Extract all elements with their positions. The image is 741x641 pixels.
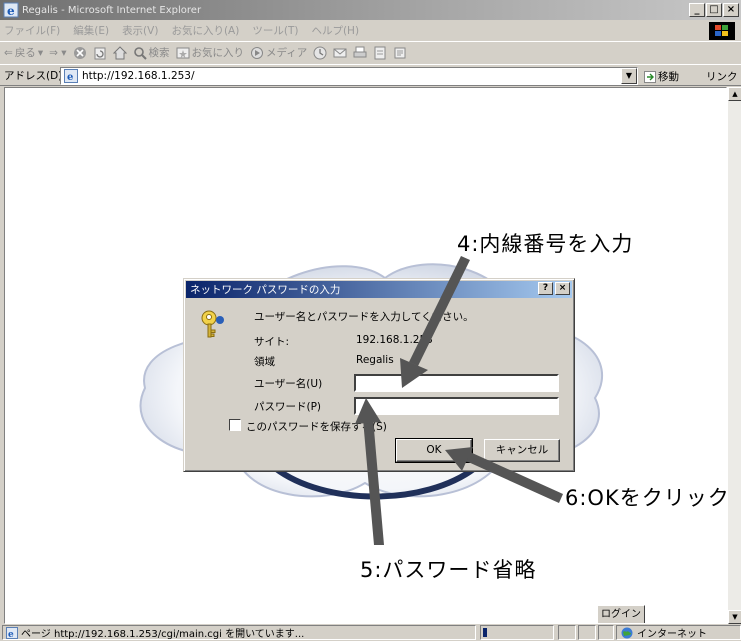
history-icon[interactable] xyxy=(313,46,327,60)
menu-bar: ファイル(F) 編集(E) 表示(V) お気に入り(A) ツール(T) ヘルプ(… xyxy=(0,20,741,40)
back-arrow-icon: ⇐ xyxy=(4,46,13,59)
search-icon xyxy=(133,46,147,60)
address-url: http://192.168.1.253/ xyxy=(82,70,195,82)
menu-edit[interactable]: 編集(E) xyxy=(73,23,109,38)
close-window-button[interactable]: × xyxy=(723,3,739,17)
annotation-step6: 6:OKをクリック xyxy=(565,486,730,510)
site-value: 192.168.1.253 xyxy=(356,334,433,346)
dialog-title-bar[interactable]: ネットワーク パスワードの入力 ? × xyxy=(186,281,572,298)
password-input[interactable] xyxy=(354,397,559,415)
page-loading-icon: e xyxy=(6,626,18,639)
menu-tools[interactable]: ツール(T) xyxy=(252,23,298,38)
dialog-close-button[interactable]: × xyxy=(555,282,570,295)
discuss-icon[interactable] xyxy=(393,46,407,60)
minimize-button[interactable]: _ xyxy=(689,3,705,17)
security-zone: インターネット xyxy=(616,625,741,640)
menu-favorites[interactable]: お気に入り(A) xyxy=(171,23,239,38)
search-label: 検索 xyxy=(148,47,170,59)
save-password-checkbox[interactable] xyxy=(229,419,241,431)
save-password-label: このパスワードを保存する(S) xyxy=(246,421,387,433)
window-title-bar[interactable]: e Regalis - Microsoft Internet Explorer … xyxy=(0,0,741,20)
address-dropdown-button[interactable]: ▼ xyxy=(621,68,637,84)
annotation-step4: 4:内線番号を入力 xyxy=(457,232,634,256)
status-bar: e ページ http://192.168.1.253/cgi/main.cgi … xyxy=(0,624,741,641)
ok-button[interactable]: OK xyxy=(395,438,473,463)
realm-label: 領域 xyxy=(254,356,275,368)
favorites-label: お気に入り xyxy=(191,47,245,59)
dialog-prompt: ユーザー名とパスワードを入力してください。 xyxy=(254,311,474,323)
chevron-down-icon: ▾ xyxy=(37,46,44,59)
status-panel-2 xyxy=(578,625,596,640)
refresh-icon[interactable] xyxy=(93,46,107,60)
username-input[interactable] xyxy=(354,374,559,392)
globe-icon xyxy=(621,627,633,638)
forward-button[interactable]: ⇒ ▾ xyxy=(49,47,66,59)
media-label: メディア xyxy=(266,47,308,59)
password-label: パスワード(P) xyxy=(254,401,322,413)
status-panel-1 xyxy=(558,625,576,640)
key-icon xyxy=(201,310,224,338)
dialog-help-button[interactable]: ? xyxy=(538,282,553,295)
cancel-button[interactable]: キャンセル xyxy=(484,439,560,462)
windows-logo-icon xyxy=(709,22,735,40)
site-label: サイト: xyxy=(254,336,290,348)
search-button[interactable]: 検索 xyxy=(133,45,170,60)
home-icon[interactable] xyxy=(112,45,127,60)
network-password-dialog: ネットワーク パスワードの入力 ? × ユーザー名とパスワードを入力してください… xyxy=(183,278,575,472)
forward-arrow-icon: ⇒ ▾ xyxy=(49,46,67,59)
favorites-icon xyxy=(176,47,189,58)
menu-help[interactable]: ヘルプ(H) xyxy=(311,23,359,38)
username-label: ユーザー名(U) xyxy=(254,378,323,390)
go-button[interactable]: 移動 xyxy=(644,69,679,84)
back-button[interactable]: ⇐ 戻る ▾ xyxy=(4,45,43,60)
page-icon: e xyxy=(64,69,78,83)
favorites-button[interactable]: お気に入り xyxy=(176,45,245,60)
svg-text:e: e xyxy=(8,630,14,639)
mail-icon[interactable] xyxy=(333,46,347,60)
annotation-step5: 5:パスワード省略 xyxy=(360,558,537,582)
progress-bar xyxy=(480,625,554,640)
media-button[interactable]: メディア xyxy=(250,45,307,60)
zone-label: インターネット xyxy=(637,629,707,640)
print-icon[interactable] xyxy=(353,46,367,60)
toolbar: ⇐ 戻る ▾ ⇒ ▾ 検索 お気に入り メディア xyxy=(0,41,741,63)
address-input[interactable]: e http://192.168.1.253/ ▼ xyxy=(60,67,638,85)
go-label: 移動 xyxy=(658,71,679,83)
menu-file[interactable]: ファイル(F) xyxy=(4,23,60,38)
login-button[interactable]: ログイン xyxy=(597,605,645,623)
vertical-scrollbar[interactable]: ▲ ▼ xyxy=(727,87,741,624)
scroll-down-button[interactable]: ▼ xyxy=(728,610,741,624)
edit-icon[interactable] xyxy=(373,46,387,60)
go-arrow-icon xyxy=(644,70,656,83)
back-label: 戻る xyxy=(14,47,36,59)
links-button[interactable]: リンク » xyxy=(706,69,741,84)
status-text-panel: e ページ http://192.168.1.253/cgi/main.cgi … xyxy=(2,625,476,640)
dialog-title: ネットワーク パスワードの入力 xyxy=(190,284,341,296)
window-title: Regalis - Microsoft Internet Explorer xyxy=(22,4,202,16)
address-label: アドレス(D) xyxy=(4,69,63,82)
stop-icon[interactable] xyxy=(73,46,87,60)
realm-value: Regalis xyxy=(356,354,394,366)
ie-app-icon: e xyxy=(3,2,19,18)
address-bar: アドレス(D) e http://192.168.1.253/ ▼ 移動 リンク… xyxy=(0,64,741,86)
svg-text:e: e xyxy=(67,72,73,83)
scroll-up-button[interactable]: ▲ xyxy=(728,87,741,101)
status-text: ページ http://192.168.1.253/cgi/main.cgi を開… xyxy=(21,629,305,640)
media-icon xyxy=(251,46,263,59)
maximize-button[interactable]: □ xyxy=(706,3,722,17)
svg-text:e: e xyxy=(7,4,15,18)
menu-view[interactable]: 表示(V) xyxy=(122,23,158,38)
status-panel-3 xyxy=(598,625,614,640)
